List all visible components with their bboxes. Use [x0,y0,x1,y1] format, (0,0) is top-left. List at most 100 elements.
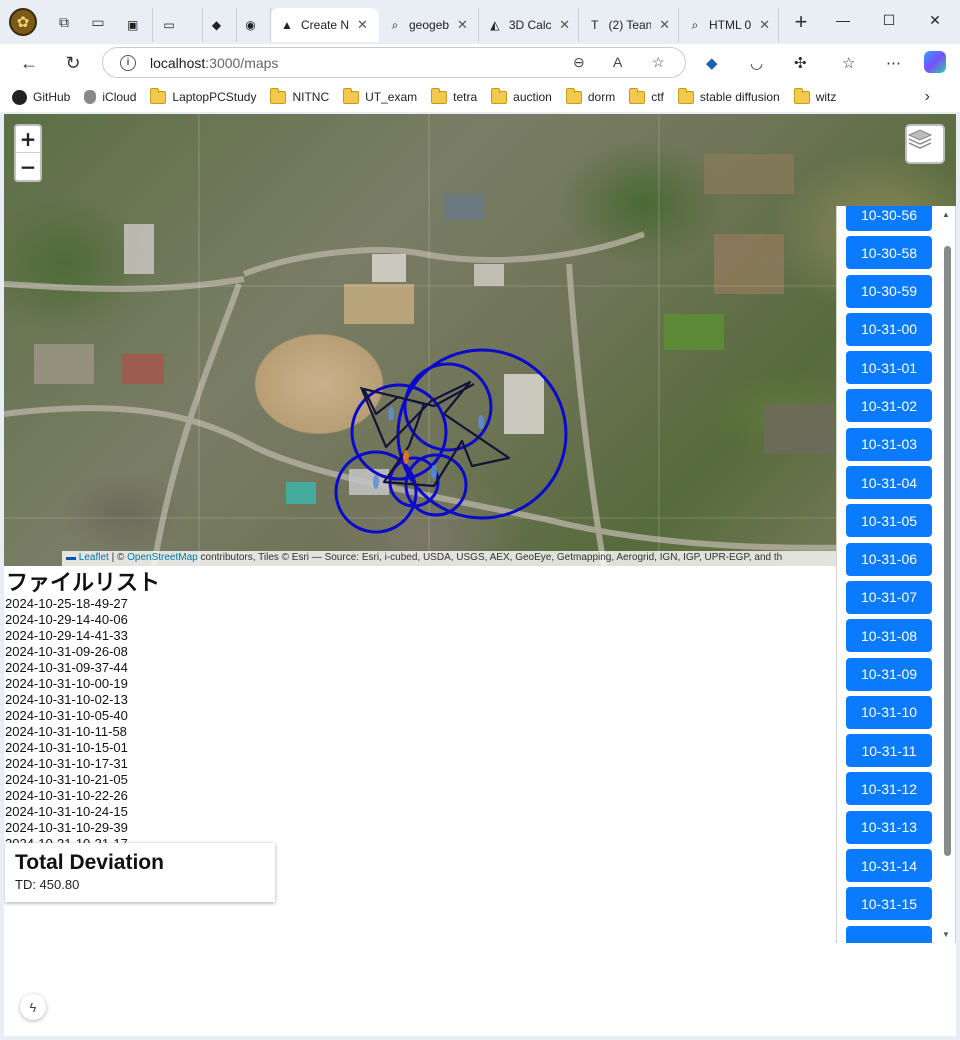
timestamp-button[interactable]: 10-31-13 [846,810,932,844]
read-aloud-icon[interactable]: A [613,54,622,70]
file-list-item[interactable]: 2024-10-31-10-22-26 [5,788,405,804]
bookmark-item[interactable]: dorm [565,87,615,104]
close-tab-icon[interactable]: ✕ [559,17,570,33]
profile-icon[interactable]: ✿ [9,8,37,36]
close-tab-icon[interactable]: ✕ [457,17,468,33]
bookmark-item[interactable]: NITNC [270,87,329,104]
bookmark-item[interactable]: stable diffusion [677,87,780,104]
timestamp-button[interactable]: 10-30-59 [846,274,932,308]
browser-tab[interactable]: ▣ [119,8,153,42]
leaflet-link[interactable]: Leaflet [79,552,109,563]
new-tab-button[interactable]: + [785,7,817,37]
timestamp-button[interactable]: 10-31-12 [846,772,932,806]
timestamp-button[interactable]: 10-31-10 [846,695,932,729]
chevron-right-icon[interactable]: › [925,88,930,106]
timestamp-panel[interactable]: 10-30-56 10-30-58 10-30-59 10-31-00 10-31-01… [836,206,956,943]
tab-actions-icon: ▭ [163,18,175,32]
scrollbar-thumb[interactable] [944,246,951,856]
browser-tab[interactable]: ◆ [203,8,237,42]
browser-tab[interactable]: T (2) Tean ✕ [579,8,679,42]
bookmark-item[interactable]: iCloud [84,90,136,104]
bookmark-item[interactable]: tetra [431,87,477,104]
timestamp-button[interactable]: 10-31-08 [846,619,932,653]
file-list-item[interactable]: 2024-10-31-10-15-01 [5,740,405,756]
browser-tab[interactable]: ⌕ HTML 0 ✕ [679,8,779,42]
timestamp-button[interactable]: 10-31-06 [846,542,932,576]
browser-tab[interactable]: ▭ [153,8,203,42]
extensions-icon[interactable]: ✣ [794,54,807,72]
file-list-item[interactable]: 2024-10-29-14-41-33 [5,628,405,644]
site-info-icon[interactable]: i [120,54,136,71]
extension-diamond-icon[interactable]: ◆ [706,54,718,72]
browser-tab[interactable]: ◉ [237,8,271,42]
diamond-icon: ◆ [211,18,222,32]
file-list-item[interactable]: 2024-10-31-10-05-40 [5,708,405,724]
favorite-star-icon[interactable]: ☆ [652,54,665,71]
timestamp-button[interactable] [846,925,932,943]
scrollbar[interactable]: ▲ ▼ [941,206,953,943]
ukraine-flag-icon: ▬ [66,552,76,563]
timestamp-button[interactable]: 10-31-01 [846,351,932,385]
more-menu-icon[interactable]: ⋯ [886,54,901,72]
timestamp-button[interactable]: 10-31-02 [846,389,932,423]
file-list-item[interactable]: 2024-10-31-10-02-13 [5,692,405,708]
timestamp-button[interactable]: 10-31-09 [846,657,932,691]
timestamp-button[interactable]: 10-31-00 [846,312,932,346]
address-bar[interactable]: i localhost:3000/maps ⊖ A ☆ [102,47,686,78]
file-list-item[interactable]: 2024-10-25-18-49-27 [5,596,405,612]
layers-button[interactable] [905,124,945,164]
building [504,374,544,434]
timestamp-button[interactable]: 10-31-11 [846,734,932,768]
scroll-up-icon[interactable]: ▲ [942,210,950,219]
pocket-icon[interactable]: ◡ [750,54,763,72]
minimize-button[interactable]: — [820,0,866,40]
vertical-tabs-icon[interactable]: ▭ [81,7,115,37]
maximize-button[interactable]: ☐ [866,0,912,40]
close-tab-icon[interactable]: ✕ [759,17,770,33]
back-button[interactable]: ← [12,47,46,79]
nextjs-dev-indicator-icon[interactable]: ϟ [20,994,46,1020]
satellite-map[interactable]: + − ▬ Leaflet | © OpenStreetMap contribu… [4,114,956,566]
timestamp-button[interactable]: 10-31-03 [846,427,932,461]
osm-link[interactable]: OpenStreetMap [127,552,198,563]
bookmark-item[interactable]: ctf [629,87,664,104]
scroll-down-icon[interactable]: ▼ [942,930,950,939]
workspaces-icon[interactable]: ⧉ [47,7,81,37]
browser-tab[interactable]: ⌕ geogeb ✕ [379,8,479,42]
copilot-icon[interactable] [924,51,946,73]
file-list-item[interactable]: 2024-10-31-10-11-58 [5,724,405,740]
marker-icon [373,475,379,489]
timestamp-button[interactable]: 10-30-58 [846,236,932,270]
file-list-item[interactable]: 2024-10-29-14-40-06 [5,612,405,628]
file-list-item[interactable]: 2024-10-31-10-00-19 [5,676,405,692]
reload-button[interactable]: ↻ [56,47,90,79]
favorites-icon[interactable]: ☆ [842,54,855,72]
field [664,314,724,350]
file-list-item[interactable]: 2024-10-31-10-17-31 [5,756,405,772]
zoom-icon[interactable]: ⊖ [573,54,585,71]
timestamp-button[interactable]: 10-31-15 [846,887,932,921]
zoom-in-button[interactable]: + [16,126,40,153]
timestamp-button[interactable]: 10-31-14 [846,849,932,883]
close-window-button[interactable]: ✕ [912,0,958,40]
timestamp-button[interactable]: 10-31-05 [846,504,932,538]
browser-tab[interactable]: ▲ Create N ✕ [271,8,379,42]
bookmark-item[interactable]: LaptopPCStudy [150,87,256,104]
file-list-item[interactable]: 2024-10-31-09-26-08 [5,644,405,660]
bookmark-item[interactable]: auction [491,87,552,104]
bookmark-item[interactable]: GitHub [12,89,70,105]
search-icon: ⌕ [691,17,699,32]
zoom-out-button[interactable]: − [16,153,40,180]
file-list-item[interactable]: 2024-10-31-10-24-15 [5,804,405,820]
bookmark-item[interactable]: witz [793,87,836,104]
timestamp-button[interactable]: 10-30-56 [846,206,932,231]
timestamp-button[interactable]: 10-31-07 [846,580,932,614]
file-list-item[interactable]: 2024-10-31-09-37-44 [5,660,405,676]
file-list-item[interactable]: 2024-10-31-10-21-05 [5,772,405,788]
timestamp-button[interactable]: 10-31-04 [846,466,932,500]
browser-tab[interactable]: ◭ 3D Calc ✕ [479,8,579,42]
file-list-item[interactable]: 2024-10-31-10-29-39 [5,820,405,836]
bookmark-item[interactable]: UT_exam [343,87,417,104]
close-tab-icon[interactable]: ✕ [357,17,368,33]
close-tab-icon[interactable]: ✕ [659,17,670,33]
